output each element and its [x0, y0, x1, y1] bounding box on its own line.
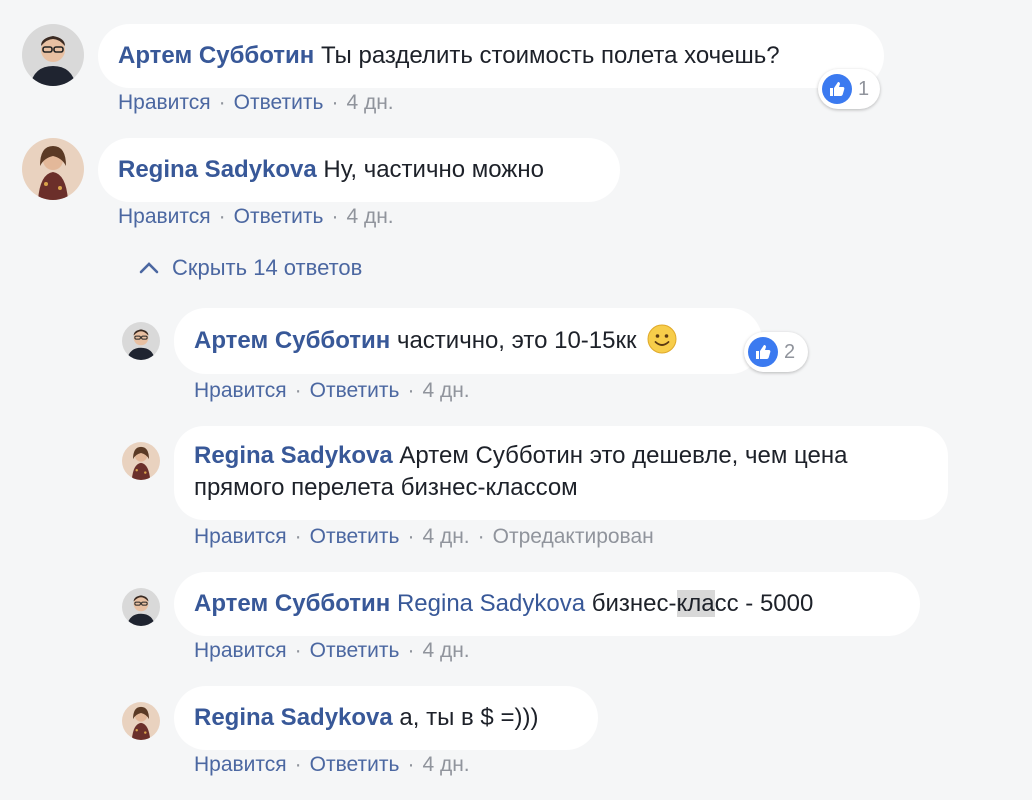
comment-bubble: Артем Субботин Ты разделить стоимость по…	[98, 24, 884, 88]
avatar[interactable]	[22, 138, 84, 200]
comment-author[interactable]: Regina Sadykova	[118, 156, 317, 183]
reply-bubble: Regina Sadykova а, ты в $ =)))	[174, 686, 598, 750]
reply-link[interactable]: Ответить	[310, 753, 400, 776]
like-link[interactable]: Нравится	[118, 205, 211, 228]
reaction-count: 1	[858, 77, 870, 100]
reply-link[interactable]: Ответить	[310, 639, 400, 662]
reply-text: а, ты в $ =)))	[399, 704, 539, 731]
reply-actions: Нравится · Ответить · 4 дн.	[194, 379, 470, 402]
avatar[interactable]	[122, 322, 160, 360]
like-link[interactable]: Нравится	[118, 91, 211, 114]
reply-actions: Нравится · Ответить · 4 дн.	[194, 753, 470, 776]
hide-replies-label: Скрыть 14 ответов	[172, 255, 363, 280]
comment-bubble: Regina Sadykova Ну, частично можно	[98, 138, 620, 202]
avatar[interactable]	[122, 702, 160, 740]
reaction-summary[interactable]: 2	[744, 332, 808, 372]
timestamp[interactable]: 4 дн.	[346, 205, 393, 228]
reply-text: бизнес-класс - 5000	[591, 590, 814, 617]
avatar[interactable]	[122, 588, 160, 626]
reply-author[interactable]: Артем Субботин	[194, 327, 390, 354]
timestamp[interactable]: 4 дн.	[422, 753, 469, 776]
reply-actions: Нравится · Ответить · 4 дн.	[194, 639, 470, 662]
comment-text: Ты разделить стоимость полета хочешь?	[320, 42, 780, 69]
mention-link[interactable]: Regina Sadykova	[397, 590, 585, 617]
reply-author[interactable]: Regina Sadykova	[194, 704, 393, 731]
edited-label[interactable]: Отредактирован	[493, 525, 654, 548]
reply-actions: Нравится · Ответить · 4 дн. · Отредактирован	[194, 525, 654, 548]
reply-link[interactable]: Ответить	[310, 525, 400, 548]
reply-author[interactable]: Regina Sadykova	[194, 442, 393, 469]
comment-author[interactable]: Артем Субботин	[118, 42, 314, 69]
comment-actions: Нравится · Ответить · 4 дн.	[118, 91, 394, 114]
reply-link[interactable]: Ответить	[310, 379, 400, 402]
hide-replies-toggle[interactable]: Скрыть 14 ответов	[138, 255, 362, 281]
timestamp[interactable]: 4 дн.	[422, 639, 469, 662]
reply-text-part: бизнес-	[591, 590, 677, 617]
reply-text-part: сс - 5000	[714, 590, 814, 617]
reply-line-1: Regina Sadykova Артем Субботин это дешев…	[194, 440, 928, 472]
reply-link[interactable]: Ответить	[234, 205, 324, 228]
like-link[interactable]: Нравится	[194, 753, 287, 776]
avatar[interactable]	[22, 24, 84, 86]
reply-text: частично, это 10-15кк	[396, 327, 637, 354]
like-link[interactable]: Нравится	[194, 639, 287, 662]
selected-text: кла	[676, 590, 715, 617]
timestamp[interactable]: 4 дн.	[422, 525, 469, 548]
comment-actions: Нравится · Ответить · 4 дн.	[118, 205, 394, 228]
timestamp[interactable]: 4 дн.	[422, 379, 469, 402]
reply-bubble: Regina Sadykova Артем Субботин это дешев…	[174, 426, 948, 520]
comment-text: Ну, частично можно	[323, 156, 544, 183]
chevron-up-icon	[139, 262, 159, 274]
smile-emoji-icon	[647, 324, 677, 354]
thumbs-up-icon	[822, 74, 852, 104]
thumbs-up-icon	[748, 337, 778, 367]
reply-bubble: Артем Субботин частично, это 10-15кк	[174, 308, 762, 374]
reaction-count: 2	[784, 340, 796, 363]
reply-link[interactable]: Ответить	[234, 91, 324, 114]
reply-bubble: Артем Субботин Regina Sadykova бизнес-кл…	[174, 572, 920, 636]
timestamp[interactable]: 4 дн.	[346, 91, 393, 114]
reply-text-line-1: Артем Субботин это дешевле, чем цена	[399, 442, 848, 469]
reaction-summary[interactable]: 1	[818, 69, 880, 109]
like-link[interactable]: Нравится	[194, 379, 287, 402]
like-link[interactable]: Нравится	[194, 525, 287, 548]
avatar[interactable]	[122, 442, 160, 480]
reply-author[interactable]: Артем Субботин	[194, 590, 390, 617]
reply-text-line-2: прямого перелета бизнес-классом	[194, 474, 578, 501]
